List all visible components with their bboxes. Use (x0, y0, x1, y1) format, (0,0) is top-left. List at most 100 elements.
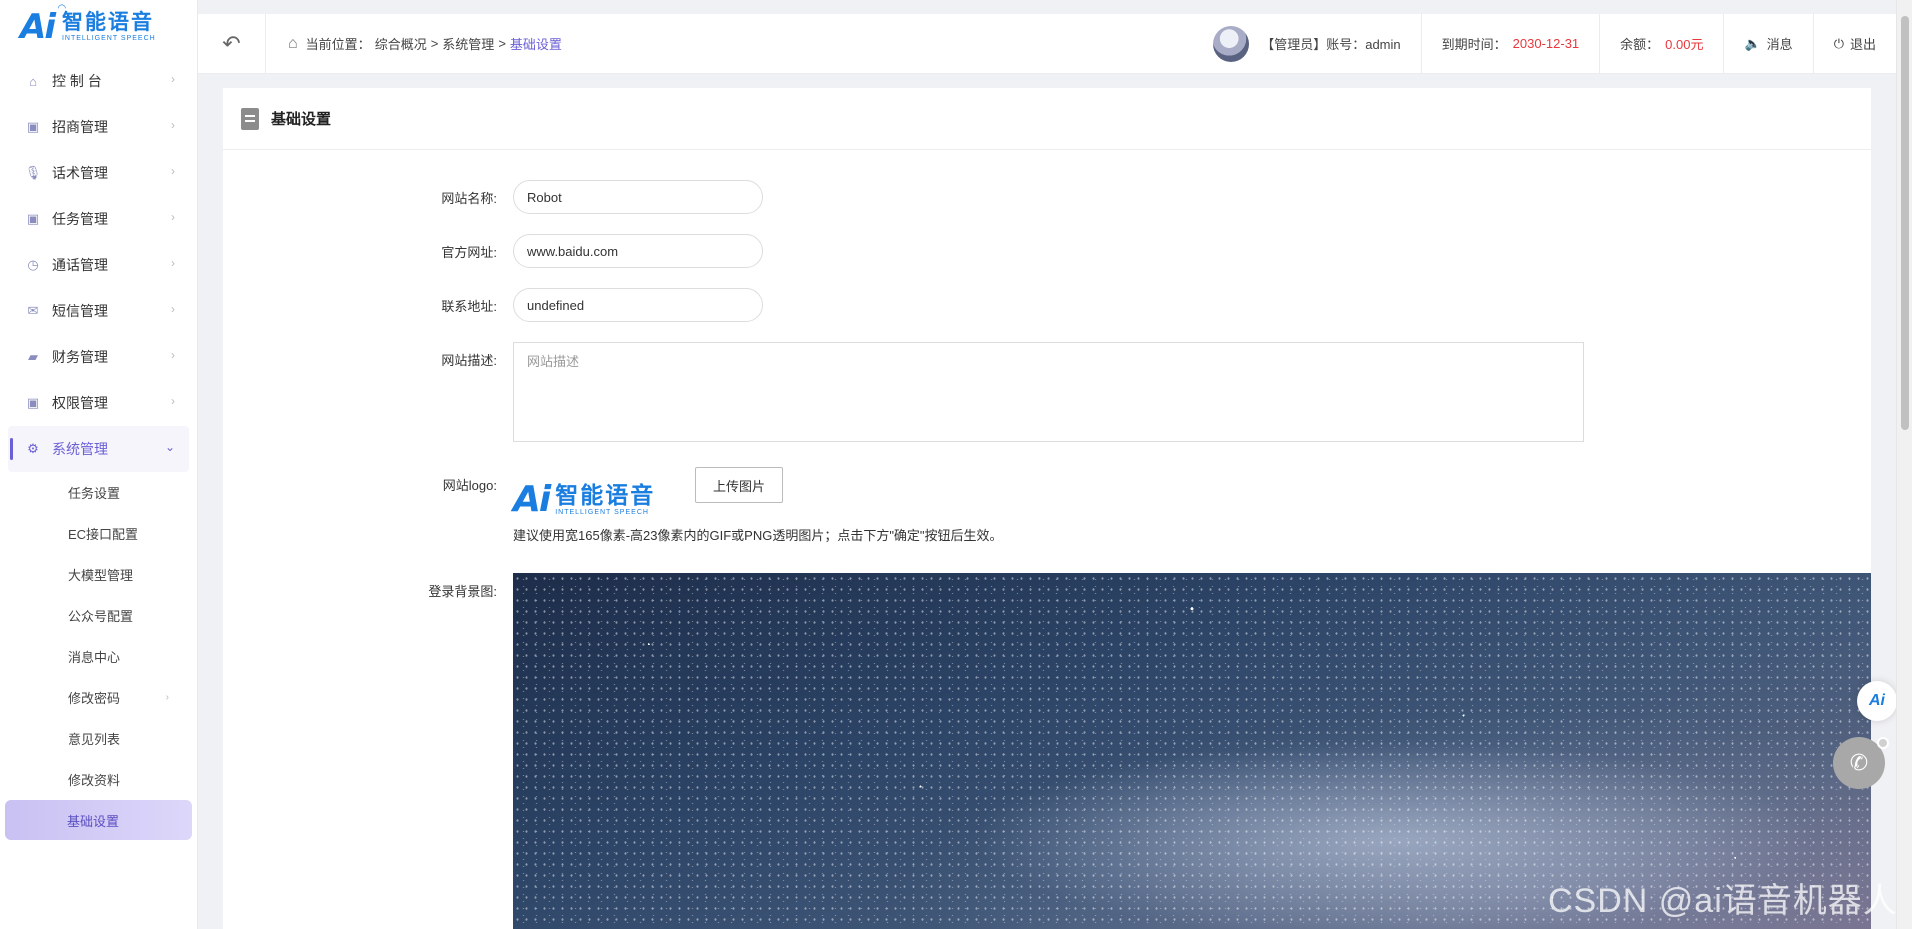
speaker-icon: 🔈 (1744, 35, 1761, 51)
submenu-item-llm-management[interactable]: 大模型管理 (0, 554, 197, 595)
messages-label: 消息 (1766, 37, 1793, 52)
chevron-right-icon: › (171, 394, 175, 408)
gear-icon: ⚙ (27, 441, 39, 456)
sidebar-item-label: 通话管理 (52, 257, 108, 273)
logo-label: 网站logo: (442, 478, 497, 493)
sidebar-item-scripts[interactable]: 🎙 话术管理 › (0, 150, 197, 196)
wallet-icon: ▰ (28, 349, 38, 364)
chevron-right-icon: › (171, 348, 175, 362)
logout-label: 退出 (1849, 37, 1876, 52)
sidebar-item-system[interactable]: ⚙ 系统管理 ⌄ (8, 426, 189, 472)
header-right: 【管理员】账号：admin 到期时间： 2030-12-31 余额： 0.00元… (1193, 13, 1896, 74)
page-title: 基础设置 (271, 111, 332, 128)
sidebar: Ai ◠ 智能语音 INTELLIGENT SPEECH ⌂ 控 制 台 › ▣ … (0, 0, 198, 929)
clipboard-icon: ▣ (26, 395, 40, 410)
submenu-item-change-password[interactable]: 修改密码 › (0, 677, 197, 718)
description-textarea[interactable]: 网站描述 (513, 342, 1584, 442)
sidebar-item-merchants[interactable]: ▣ 招商管理 › (0, 104, 197, 150)
ai-assistant-button[interactable]: Ai (1857, 681, 1897, 721)
messages-button[interactable]: 🔈 消息 (1724, 13, 1814, 74)
chevron-right-icon: › (171, 256, 175, 270)
breadcrumb: ⌂ 当前位置： 综合概况 > 系统管理 > 基础设置 (266, 34, 562, 53)
chevron-right-icon: › (171, 302, 175, 316)
sidebar-item-label: 招商管理 (52, 119, 108, 135)
login-background-label: 登录背景图: (428, 584, 497, 599)
logo-hint: 建议使用宽165像素-高23像素内的GIF或PNG透明图片；点击下方"确定"按钮… (513, 528, 1003, 543)
submenu-item-wechat-config[interactable]: 公众号配置 (0, 595, 197, 636)
sidebar-item-label: 系统管理 (52, 441, 108, 457)
chevron-right-icon: › (165, 692, 169, 703)
description-label: 网站描述: (441, 353, 497, 368)
sidebar-item-tasks[interactable]: ▣ 任务管理 › (0, 196, 197, 242)
sidebar-menu: ⌂ 控 制 台 › ▣ 招商管理 › 🎙 话术管理 › ▣ 任务管理 › ◷ 通… (0, 58, 197, 840)
clock-icon: ◷ (27, 257, 39, 272)
breadcrumb-overview[interactable]: 综合概况 (375, 34, 427, 53)
site-name-label: 网站名称: (441, 191, 497, 206)
breadcrumb-separator: > (498, 36, 506, 51)
clipboard-icon: ▣ (26, 119, 40, 134)
breadcrumb-system[interactable]: 系统管理 (442, 34, 494, 53)
sidebar-item-label: 短信管理 (52, 303, 108, 319)
sidebar-item-label: 权限管理 (52, 395, 108, 411)
address-label: 联系地址: (441, 299, 497, 314)
sidebar-item-calls[interactable]: ◷ 通话管理 › (0, 242, 197, 288)
balance-value: 0.00元 (1665, 37, 1704, 52)
submenu-item-message-center[interactable]: 消息中心 (0, 636, 197, 677)
site-url-input[interactable]: www.baidu.com (513, 234, 763, 268)
top-header: ↶ ⌂ 当前位置： 综合概况 > 系统管理 > 基础设置 【管理员】账号：adm… (198, 13, 1896, 74)
balance-label: 余额： (1620, 37, 1660, 52)
account-info[interactable]: 【管理员】账号：admin (1193, 13, 1422, 74)
chevron-right-icon: › (171, 210, 175, 224)
submenu-item-edit-profile[interactable]: 修改资料 (0, 759, 197, 800)
logo-preview: Ai 智能语音 INTELLIGENT SPEECH (513, 482, 655, 518)
brand-name: 智能语音 (61, 11, 154, 34)
ai-logo-mark: Ai ◠ (20, 3, 66, 47)
power-icon: ⏻ (1833, 35, 1844, 51)
page-scrollbar[interactable] (1896, 0, 1912, 929)
breadcrumb-prefix: 当前位置： (305, 37, 371, 52)
logout-button[interactable]: ⏻ 退出 (1814, 14, 1896, 74)
document-icon (241, 107, 259, 130)
submenu-item-label: 修改密码 (68, 691, 121, 706)
phone-icon: ✆ (1849, 750, 1869, 775)
address-input[interactable]: undefined (513, 288, 763, 322)
balance-info: 余额： 0.00元 (1600, 13, 1725, 74)
chevron-right-icon: › (171, 72, 175, 86)
watermark: CSDN @ai语音机器人 (1548, 882, 1898, 920)
site-name-input[interactable]: Robot (513, 180, 763, 214)
brand-logo[interactable]: Ai ◠ 智能语音 INTELLIGENT SPEECH (0, 0, 197, 54)
sidebar-item-finance[interactable]: ▰ 财务管理 › (0, 334, 197, 380)
sidebar-item-label: 财务管理 (52, 349, 108, 365)
brand-name-en: INTELLIGENT SPEECH (555, 509, 649, 516)
breadcrumb-separator: > (430, 36, 439, 51)
sidebar-item-permissions[interactable]: ▣ 权限管理 › (0, 380, 197, 426)
expire-info: 到期时间： 2030-12-31 (1422, 13, 1601, 74)
brand-name-en: INTELLIGENT SPEECH (61, 35, 156, 42)
sidebar-item-label: 话术管理 (52, 165, 108, 181)
ai-logo-mark: Ai (513, 479, 551, 520)
back-button[interactable]: ↶ (198, 13, 266, 74)
mic-icon: 🎙 (24, 165, 42, 180)
undo-icon: ↶ (222, 30, 241, 56)
chevron-right-icon: › (171, 118, 175, 132)
submenu-item-basic-settings[interactable]: 基础设置 (5, 800, 192, 840)
system-submenu: 任务设置 EC接口配置 大模型管理 公众号配置 消息中心 修改密码 › 意见列表 … (0, 472, 197, 840)
sidebar-item-dashboard[interactable]: ⌂ 控 制 台 › (0, 58, 197, 104)
brand-name: 智能语音 (555, 482, 656, 508)
chevron-down-icon: ⌄ (164, 440, 175, 454)
scrollbar-thumb[interactable] (1901, 16, 1909, 430)
expire-label: 到期时间： (1441, 37, 1507, 52)
home-icon: ⌂ (29, 73, 37, 89)
settings-form: 网站名称: Robot 官方网址: www.baidu.com 联系地址: un… (223, 150, 1871, 929)
mail-icon: ✉ (27, 303, 39, 318)
submenu-item-ec-config[interactable]: EC接口配置 (0, 513, 197, 554)
status-dot (1877, 737, 1889, 749)
clipboard-icon: ▣ (26, 211, 40, 226)
sidebar-item-sms[interactable]: ✉ 短信管理 › (0, 288, 197, 334)
expire-value: 2030-12-31 (1512, 36, 1580, 51)
upload-image-button[interactable]: 上传图片 (695, 467, 783, 503)
phone-call-button[interactable]: ✆ (1833, 737, 1889, 789)
submenu-item-task-settings[interactable]: 任务设置 (0, 472, 197, 513)
submenu-item-feedback[interactable]: 意见列表 (0, 718, 197, 759)
submenu-item-label: 消息中心 (68, 650, 121, 665)
